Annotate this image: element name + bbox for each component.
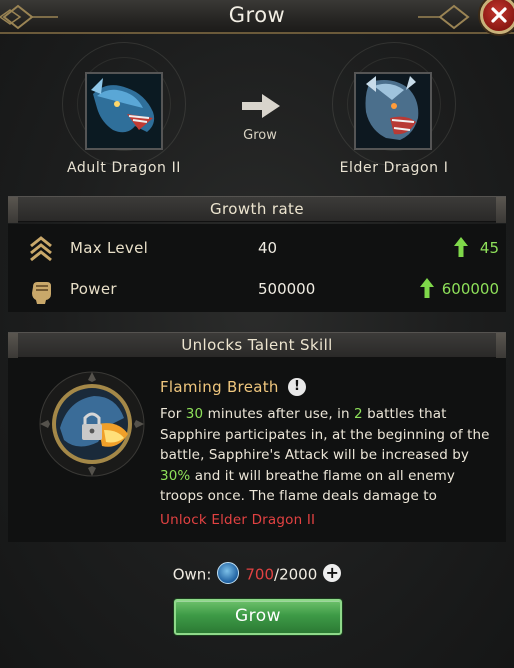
dialog-title: Grow bbox=[228, 3, 286, 27]
desc-highlight-battles: 2 bbox=[354, 406, 363, 422]
close-icon bbox=[491, 7, 507, 23]
grow-dialog: Grow Adult Dragon II Grow Elder Dragon I… bbox=[0, 0, 514, 668]
current-dragon-name: Adult Dragon II bbox=[66, 160, 182, 176]
resource-owned-inner: Own: 700/2000 + bbox=[172, 562, 342, 586]
talent-unlock-requirement: Unlock Elder Dragon II bbox=[160, 512, 316, 528]
required-amount: /2000 bbox=[274, 565, 318, 584]
desc-highlight-percent: 30% bbox=[160, 467, 191, 484]
desc-text: minutes after use, in bbox=[203, 406, 355, 422]
next-dragon-name: Elder Dragon I bbox=[339, 160, 449, 176]
desc-text: For bbox=[160, 406, 186, 422]
resource-owned: Own: 700/2000 + bbox=[0, 562, 514, 586]
grow-button[interactable]: Grow bbox=[174, 599, 342, 635]
desc-highlight-minutes: 30 bbox=[185, 406, 204, 422]
info-icon[interactable]: ! bbox=[288, 378, 306, 396]
stat-next-value: 45 bbox=[479, 239, 499, 257]
growth-rate-table: Max Level 40 45 Power 500000 600000 bbox=[8, 224, 506, 312]
dragon-token-icon bbox=[217, 562, 240, 584]
stat-row-power: Power 500000 600000 bbox=[8, 271, 506, 311]
chevron-stack-icon bbox=[30, 236, 52, 262]
desc-text: and it will breathe flame on all enemy t… bbox=[160, 467, 455, 505]
grow-arrow-label: Grow bbox=[243, 128, 277, 143]
own-label: Own: bbox=[172, 565, 212, 584]
next-dragon-portrait[interactable] bbox=[354, 72, 432, 150]
stat-next-value: 600000 bbox=[441, 280, 499, 298]
stat-current-value: 500000 bbox=[258, 280, 316, 298]
add-resource-button[interactable]: + bbox=[323, 564, 342, 582]
stat-label: Max Level bbox=[70, 239, 149, 257]
blue-dragon-icon bbox=[87, 74, 161, 148]
locked-talent-icon[interactable] bbox=[38, 370, 146, 478]
stat-label: Power bbox=[70, 280, 117, 298]
increase-arrow-icon bbox=[420, 278, 434, 298]
stat-row-max-level: Max Level 40 45 bbox=[8, 230, 506, 270]
close-button[interactable] bbox=[480, 0, 514, 34]
talent-section-header: Unlocks Talent Skill bbox=[8, 332, 506, 359]
current-dragon-portrait[interactable] bbox=[85, 72, 163, 150]
stat-current-value: 40 bbox=[258, 239, 278, 257]
dialog-header: Grow bbox=[0, 0, 514, 34]
talent-name: Flaming Breath bbox=[160, 378, 279, 396]
own-amount: 700 bbox=[245, 565, 275, 584]
fist-icon bbox=[32, 282, 51, 304]
talent-card: Flaming Breath ! For 30 minutes after us… bbox=[8, 358, 506, 542]
grow-arrow-icon bbox=[242, 94, 280, 118]
increase-arrow-icon bbox=[454, 237, 468, 257]
elder-dragon-icon bbox=[356, 74, 430, 148]
talent-description: For 30 minutes after use, in 2 battles t… bbox=[160, 404, 490, 508]
growth-rate-header: Growth rate bbox=[8, 196, 506, 223]
